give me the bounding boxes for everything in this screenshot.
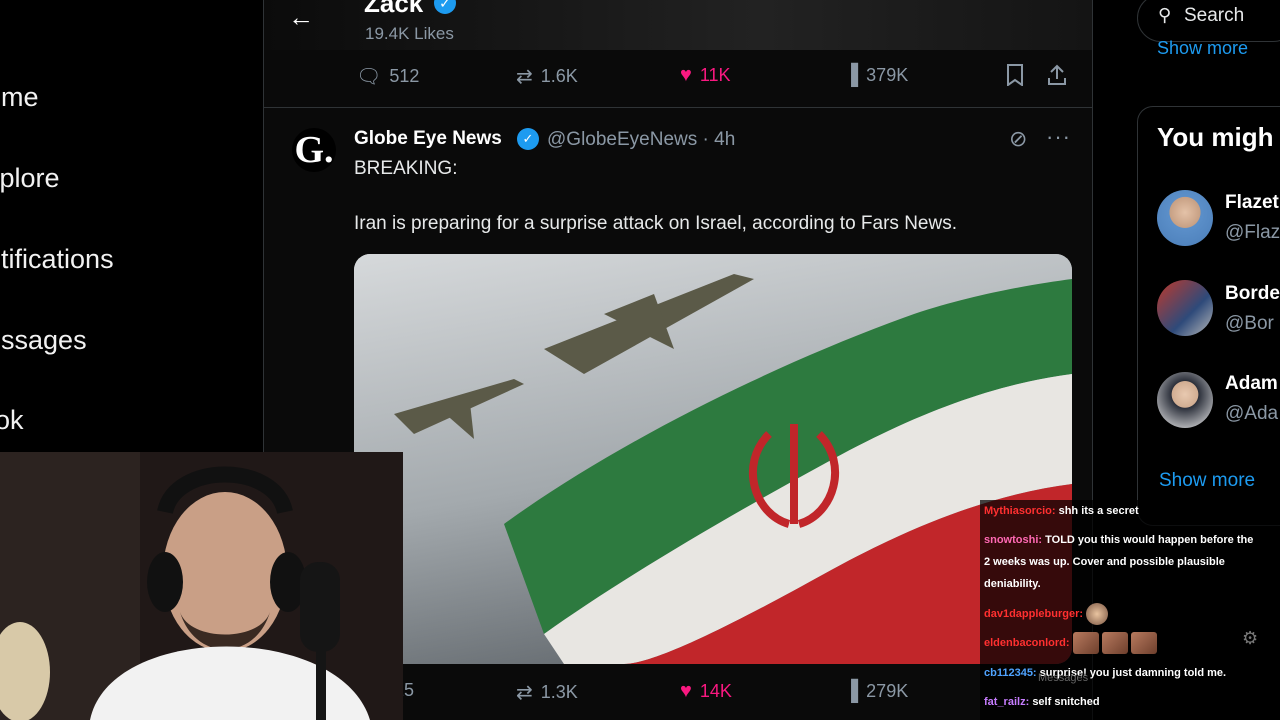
chat-username: dav1dappleburger: <box>984 608 1084 620</box>
repost-button[interactable]: ⇄ 1.6K <box>516 64 578 89</box>
left-nav: ome xplore otifications essages rok <box>0 0 262 452</box>
repost-count: 1.6K <box>540 66 578 86</box>
like-button[interactable]: ♥ 14K <box>680 680 732 703</box>
emote-icon <box>1086 603 1109 626</box>
gear-icon[interactable]: ⚙ <box>1242 628 1258 649</box>
chat-message-continued: 2 weeks was up. Cover and possible plaus… <box>984 551 1225 573</box>
stream-chat: Mythiasorcio: shh its a secret snowtoshi… <box>980 500 1280 720</box>
flag-jets-illustration <box>354 254 1072 664</box>
emote-icon <box>1072 632 1099 655</box>
chat-text: deniability. <box>984 578 1041 590</box>
avatar[interactable] <box>1157 280 1213 336</box>
search-placeholder: Search <box>1184 5 1245 26</box>
reply-button[interactable]: 🗨 512 <box>356 64 419 89</box>
arrow-left-icon[interactable]: ← <box>288 2 314 33</box>
like-button[interactable]: ♥ 11K <box>680 64 731 87</box>
author-avatar[interactable]: G. <box>292 128 336 172</box>
bar-chart-icon: ▐ <box>844 680 859 702</box>
views-count: 379K <box>866 65 909 85</box>
show-more-link-top[interactable]: Show more <box>1157 38 1248 59</box>
reply-icon: 🗨 <box>356 66 382 88</box>
tweet-text-body: Iran is preparing for a surprise attack … <box>354 213 957 234</box>
views-button[interactable]: ▐ 279K <box>844 680 908 703</box>
show-more-link[interactable]: Show more <box>1159 470 1255 492</box>
chat-username: eldenbaconlord: <box>984 637 1070 649</box>
bookmark-button[interactable] <box>1006 64 1024 86</box>
emote-icon <box>1130 632 1157 655</box>
chat-message: cb112345: surprise! you just damning tol… <box>984 662 1226 684</box>
streamer-webcam-image <box>0 452 403 720</box>
suggestion-handle: @Bor <box>1225 313 1274 334</box>
repost-button[interactable]: ⇄ 1.3K <box>516 680 578 705</box>
heart-icon: ♥ <box>680 64 692 86</box>
more-icon[interactable]: ··· <box>1046 124 1071 150</box>
bookmark-icon <box>1007 64 1023 86</box>
chat-username: snowtoshi: <box>984 534 1043 546</box>
suggestion-name[interactable]: Adam <box>1225 373 1278 395</box>
suggestion-name[interactable]: Borde <box>1225 283 1280 305</box>
suggestion-name[interactable]: Flazet <box>1225 192 1279 214</box>
tweet-handle[interactable]: @GlobeEyeNews · 4h <box>547 129 735 151</box>
chat-username: cb112345: <box>984 667 1037 679</box>
who-to-follow-title: You migh <box>1157 122 1274 152</box>
views-count: 279K <box>866 681 909 701</box>
avatar[interactable] <box>1157 190 1213 246</box>
emote-icon <box>1101 632 1128 655</box>
profile-header: ← Zack ✓ 19.4K Likes <box>264 0 1092 50</box>
chat-text: shh its a secret <box>1058 505 1139 517</box>
grok-icon[interactable]: ⊘ <box>1009 126 1027 152</box>
tweet-author[interactable]: Globe Eye News <box>354 128 502 150</box>
tweet-image[interactable] <box>354 254 1072 664</box>
chat-text: TOLD you this would happen before the <box>1045 534 1254 546</box>
suggestion-handle: @Flaz <box>1225 222 1280 243</box>
nav-item-grok[interactable]: rok <box>0 405 24 436</box>
search-icon: ⚲ <box>1158 5 1172 25</box>
nav-item-messages[interactable]: essages <box>0 325 87 356</box>
views-button[interactable]: ▐ 379K <box>844 64 908 87</box>
chat-message: eldenbaconlord: <box>984 632 1160 655</box>
chat-message-continued: deniability. <box>984 573 1041 595</box>
suggestion-handle: @Ada <box>1225 403 1279 424</box>
nav-item-explore[interactable]: xplore <box>0 163 60 194</box>
chat-message: dav1dappleburger: <box>984 603 1111 626</box>
profile-name: Zack <box>364 0 424 18</box>
repost-count: 1.3K <box>540 682 578 702</box>
heart-icon: ♥ <box>680 680 692 702</box>
webcam-overlay <box>0 452 403 720</box>
like-count: 11K <box>699 65 731 85</box>
repost-icon: ⇄ <box>516 66 533 88</box>
chat-message: Mythiasorcio: shh its a secret <box>984 500 1139 522</box>
chat-message: fat_railz: self snitched <box>984 691 1100 713</box>
chat-ghost-label: Messages <box>1038 672 1089 684</box>
avatar[interactable] <box>1157 372 1213 428</box>
tweet-text-heading: BREAKING: <box>354 158 458 179</box>
chat-username: fat_railz: <box>984 696 1030 708</box>
verified-badge-icon: ✓ <box>517 128 539 150</box>
likes-count: 19.4K Likes <box>365 24 454 43</box>
share-icon <box>1048 64 1066 85</box>
chat-text: 2 weeks was up. Cover and possible plaus… <box>984 556 1225 568</box>
chat-message: snowtoshi: TOLD you this would happen be… <box>984 529 1253 551</box>
chat-text: self snitched <box>1032 696 1100 708</box>
verified-badge-icon: ✓ <box>434 0 456 14</box>
chat-username: Mythiasorcio: <box>984 505 1056 517</box>
nav-item-notifications[interactable]: otifications <box>0 244 114 275</box>
nav-item-home[interactable]: ome <box>0 82 39 113</box>
tweet-actions-top: 🗨 512 ⇄ 1.6K ♥ 11K ▐ 379K <box>264 58 1092 108</box>
share-button[interactable] <box>1047 64 1067 86</box>
like-count: 14K <box>699 681 732 701</box>
search-input[interactable]: ⚲ Search <box>1137 0 1280 42</box>
reply-count: 512 <box>389 66 420 86</box>
repost-icon: ⇄ <box>516 682 533 704</box>
bar-chart-icon: ▐ <box>844 64 859 86</box>
